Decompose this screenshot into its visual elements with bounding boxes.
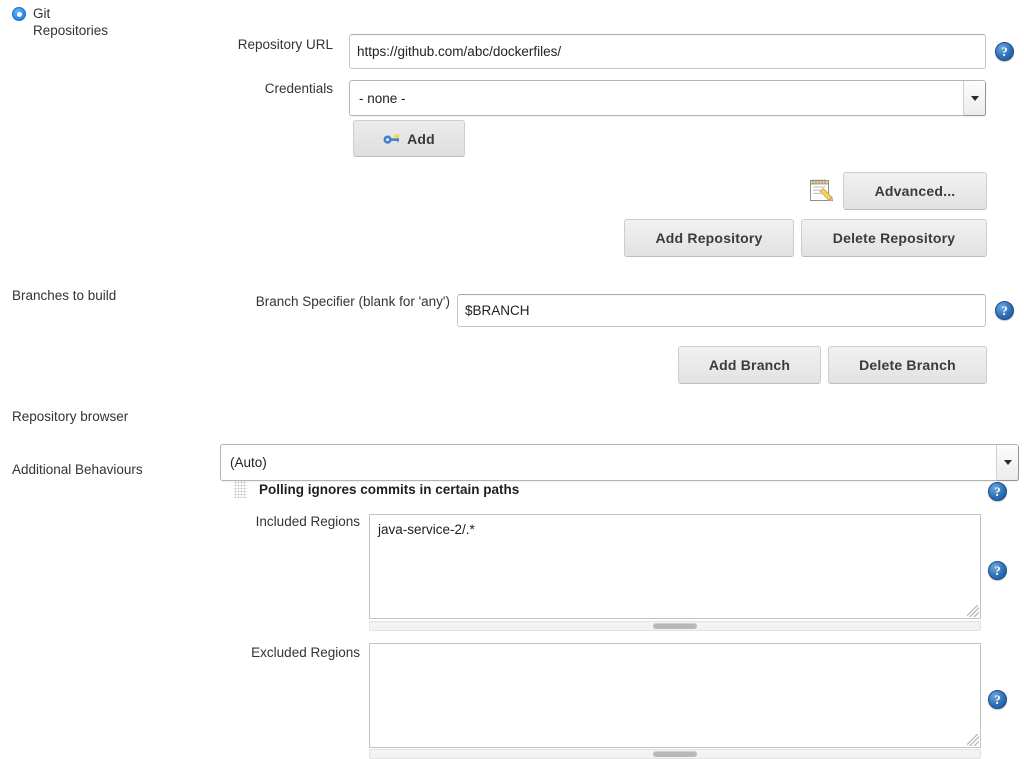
excluded-regions-help-icon[interactable]: ? <box>988 690 1007 709</box>
git-repositories-label: Git Repositories <box>33 6 109 38</box>
included-regions-textarea[interactable] <box>369 514 981 619</box>
behaviour-help-icon[interactable]: ? <box>988 482 1007 501</box>
branch-specifier-input[interactable] <box>457 294 986 327</box>
included-regions-help-icon[interactable]: ? <box>988 561 1007 580</box>
repository-url-input[interactable] <box>349 34 986 69</box>
repository-url-help-icon[interactable]: ? <box>995 42 1014 61</box>
excluded-regions-field <box>369 643 981 748</box>
credentials-dropdown-arrow[interactable] <box>963 81 985 115</box>
branch-specifier-label: Branch Specifier (blank for 'any') <box>255 294 450 309</box>
additional-behaviours-section-label: Additional Behaviours <box>12 462 143 477</box>
behaviour-header-row: Polling ignores commits in certain paths <box>234 481 519 498</box>
chevron-down-icon <box>970 95 979 101</box>
add-credentials-button[interactable]: Add <box>353 120 465 157</box>
delete-branch-button[interactable]: Delete Branch <box>828 346 987 384</box>
key-icon <box>383 132 400 145</box>
add-repository-button[interactable]: Add Repository <box>624 219 794 257</box>
branches-to-build-section-label: Branches to build <box>12 288 117 303</box>
credentials-select[interactable]: - none - <box>349 80 986 116</box>
chevron-down-icon <box>1003 460 1012 465</box>
credentials-label: Credentials <box>264 81 333 96</box>
repository-browser-section-label: Repository browser <box>12 409 129 424</box>
repository-browser-select[interactable]: (Auto) <box>220 444 1019 481</box>
repository-url-label: Repository URL <box>237 37 333 52</box>
chevron-down-icon-browser[interactable] <box>996 445 1018 480</box>
included-regions-field <box>369 514 981 619</box>
git-radio-button[interactable] <box>12 7 26 21</box>
add-credentials-label: Add <box>407 130 435 147</box>
included-regions-label: Included Regions <box>255 514 360 529</box>
git-scm-configuration-page: Git Repositories Repository URL ? Creden… <box>0 0 1024 759</box>
advanced-button[interactable]: Advanced... <box>843 172 987 210</box>
branch-specifier-help-icon[interactable]: ? <box>995 301 1014 320</box>
radio-dot <box>16 11 22 17</box>
notepad-pencil-icon <box>808 177 834 203</box>
add-branch-button[interactable]: Add Branch <box>678 346 821 384</box>
delete-repository-button[interactable]: Delete Repository <box>801 219 987 257</box>
excluded-regions-textarea[interactable] <box>369 643 981 748</box>
behaviour-title: Polling ignores commits in certain paths <box>259 482 520 497</box>
scm-git-radio-row[interactable]: Git Repositories <box>12 5 108 39</box>
drag-handle-icon[interactable] <box>234 481 247 498</box>
excluded-regions-hscrollbar[interactable] <box>369 749 981 759</box>
excluded-regions-label: Excluded Regions <box>251 645 360 660</box>
included-regions-hscrollbar[interactable] <box>369 621 981 631</box>
credentials-selected-value: - none - <box>359 90 406 106</box>
scrollbar-thumb[interactable] <box>653 623 697 629</box>
repository-browser-selected-value: (Auto) <box>230 455 267 470</box>
scrollbar-thumb-excluded[interactable] <box>653 751 697 757</box>
